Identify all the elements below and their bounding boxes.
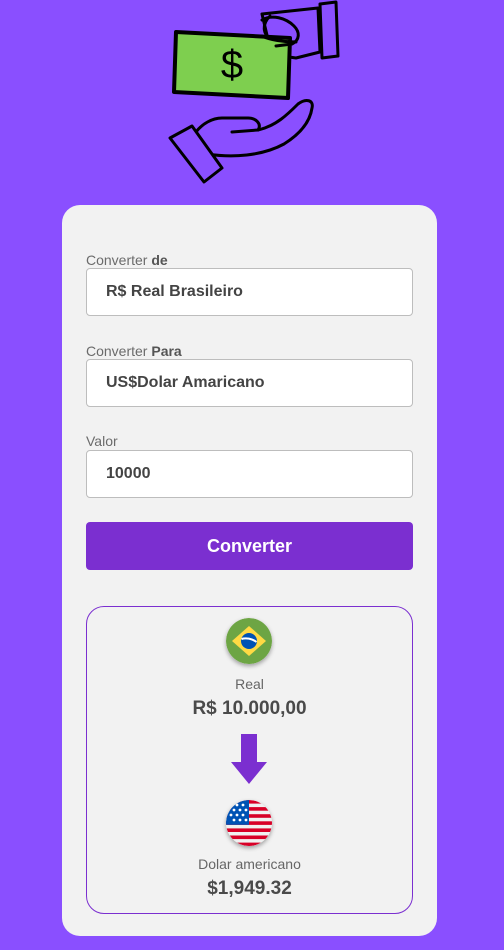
to-label-strong: Para (151, 343, 182, 359)
from-currency-name: Real (235, 676, 264, 692)
to-amount: $1,949.32 (207, 878, 292, 899)
to-label-prefix: Converter (86, 343, 152, 359)
to-currency-name: Dolar americano (198, 856, 301, 872)
amount-label: Valor (86, 433, 118, 449)
arrow-down-icon (231, 734, 267, 791)
from-amount: R$ 10.000,00 (192, 698, 307, 719)
brazil-flag-icon (226, 618, 272, 664)
svg-text:$: $ (221, 43, 243, 87)
to-currency-select[interactable]: US$Dolar Amaricano (86, 359, 413, 407)
converter-card: Converter de R$ Real Brasileiro Converte… (62, 205, 437, 936)
money-exchange-icon: $ (168, 0, 340, 184)
usa-flag-icon (226, 800, 272, 846)
to-currency-label: Converter Para (86, 343, 182, 359)
from-currency-label: Converter de (86, 252, 168, 268)
convert-button[interactable]: Converter (86, 522, 413, 570)
hero-illustration: $ (0, 0, 504, 190)
from-label-strong: de (151, 252, 168, 268)
result-panel: Real R$ 10.000,00 Dolar americano $1,949… (86, 606, 413, 914)
from-currency-select[interactable]: R$ Real Brasileiro (86, 268, 413, 316)
from-label-prefix: Converter (86, 252, 152, 268)
amount-input[interactable]: 10000 (86, 450, 413, 498)
